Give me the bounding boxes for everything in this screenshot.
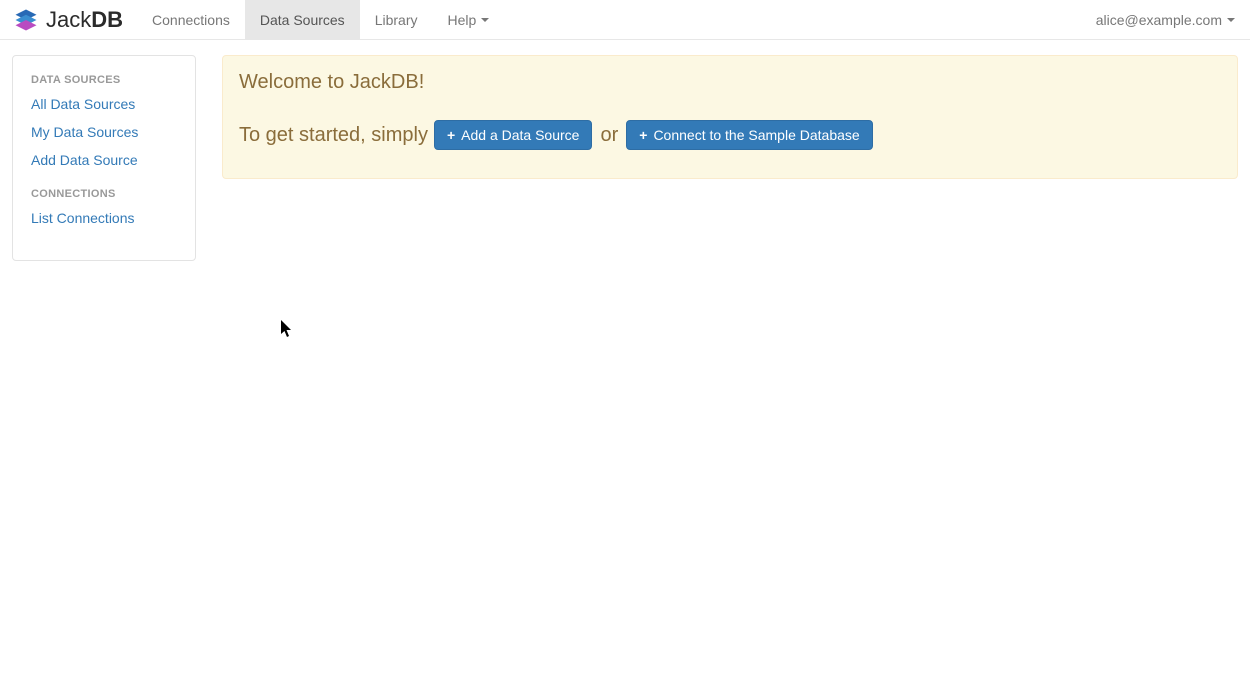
welcome-line: To get started, simply + Add a Data Sour… bbox=[239, 120, 1221, 150]
sidebar-section-connections: CONNECTIONS List Connections bbox=[31, 188, 177, 226]
sidebar-section-data-sources: DATA SOURCES All Data Sources My Data So… bbox=[31, 74, 177, 168]
main-content: Welcome to JackDB! To get started, simpl… bbox=[222, 55, 1238, 179]
sidebar-link-add-data-source[interactable]: Add Data Source bbox=[31, 152, 177, 168]
top-navbar: JackDB Connections Data Sources Library … bbox=[0, 0, 1250, 40]
user-email: alice@example.com bbox=[1096, 12, 1222, 28]
sidebar-heading: CONNECTIONS bbox=[31, 188, 177, 200]
plus-icon: + bbox=[447, 128, 455, 142]
add-data-source-button[interactable]: + Add a Data Source bbox=[434, 120, 592, 150]
welcome-lead: To get started, simply bbox=[239, 124, 428, 147]
user-menu[interactable]: alice@example.com bbox=[1096, 0, 1250, 39]
sidebar-heading: DATA SOURCES bbox=[31, 74, 177, 86]
page-container: DATA SOURCES All Data Sources My Data So… bbox=[0, 40, 1250, 261]
nav-library[interactable]: Library bbox=[360, 0, 433, 39]
sidebar-link-my-data-sources[interactable]: My Data Sources bbox=[31, 124, 177, 140]
welcome-title: Welcome to JackDB! bbox=[239, 71, 1221, 94]
nav-data-sources[interactable]: Data Sources bbox=[245, 0, 360, 39]
sidebar-link-all-data-sources[interactable]: All Data Sources bbox=[31, 96, 177, 112]
primary-nav: Connections Data Sources Library Help bbox=[137, 0, 504, 39]
welcome-panel: Welcome to JackDB! To get started, simpl… bbox=[222, 55, 1238, 179]
or-text: or bbox=[598, 124, 620, 147]
sidebar-link-list-connections[interactable]: List Connections bbox=[31, 210, 177, 226]
nav-help[interactable]: Help bbox=[432, 0, 504, 39]
chevron-down-icon bbox=[481, 18, 489, 22]
chevron-down-icon bbox=[1227, 18, 1235, 22]
nav-connections[interactable]: Connections bbox=[137, 0, 245, 39]
brand-text: JackDB bbox=[46, 7, 123, 33]
brand-icon bbox=[12, 6, 40, 34]
mouse-cursor-icon bbox=[281, 320, 293, 338]
plus-icon: + bbox=[639, 128, 647, 142]
connect-sample-database-button[interactable]: + Connect to the Sample Database bbox=[626, 120, 872, 150]
sidebar: DATA SOURCES All Data Sources My Data So… bbox=[12, 55, 196, 261]
brand-logo[interactable]: JackDB bbox=[0, 0, 137, 39]
